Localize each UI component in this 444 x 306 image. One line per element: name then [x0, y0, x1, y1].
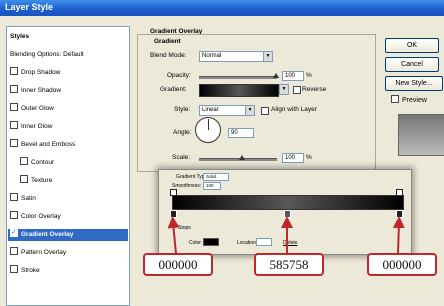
- callout-right-color: 000000: [367, 253, 437, 276]
- arrow-left: [167, 216, 180, 255]
- callout-left-color: 000000: [143, 253, 213, 276]
- callout-mid-color: 585758: [254, 253, 324, 276]
- arrow-right: [392, 216, 405, 255]
